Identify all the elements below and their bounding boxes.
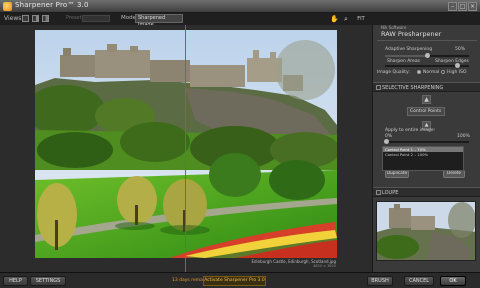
duplicate-button[interactable]: Duplicate — [385, 170, 409, 178]
title-bar: Sharpener Pro™ 3.0 – □ × — [0, 0, 480, 13]
split-preview-line[interactable] — [185, 25, 186, 272]
quality-normal-radio[interactable] — [417, 70, 421, 74]
castle-photo — [35, 30, 337, 258]
loupe-checkbox[interactable] — [376, 190, 381, 195]
image-quality-label: Image Quality: — [377, 70, 410, 75]
toolbar: Views: Presets Mode: Sharpened Image ✋ ⌕… — [0, 13, 480, 28]
sharpen-edges-label: Sharpen Edges — [435, 59, 469, 64]
activate-button[interactable]: Activate Sharpener Pro 3.0 — [203, 276, 266, 286]
minimize-button[interactable]: – — [448, 2, 457, 11]
panel-divider — [377, 40, 477, 41]
hand-tool-icon[interactable]: ✋ — [330, 15, 339, 23]
adaptive-sharpening-label: Adaptive Sharpening — [385, 47, 433, 52]
close-button[interactable]: × — [468, 2, 477, 11]
loupe-preview — [376, 201, 476, 261]
selective-sharpening-label: SELECTIVE SHARPENING — [382, 85, 444, 91]
side-by-side-view-button[interactable] — [42, 15, 49, 22]
areas-edges-slider[interactable] — [385, 63, 469, 68]
presets-select[interactable] — [82, 15, 110, 22]
areas-edges-knob[interactable] — [455, 63, 460, 68]
adaptive-sharpening-knob[interactable] — [425, 53, 430, 58]
app-icon — [3, 2, 12, 11]
adaptive-sharpening-slider[interactable] — [385, 53, 469, 58]
sharpen-areas-label: Sharpen Areas — [387, 59, 420, 64]
settings-button[interactable]: SETTINGS — [30, 276, 66, 286]
window-title: Sharpener Pro™ 3.0 — [15, 1, 89, 9]
delete-button[interactable]: Delete — [443, 170, 465, 178]
maximize-button[interactable]: □ — [458, 2, 467, 11]
selective-sharpening-header[interactable]: SELECTIVE SHARPENING — [373, 82, 480, 92]
apply-entire-slider[interactable] — [384, 139, 469, 144]
help-button[interactable]: HELP — [3, 276, 28, 286]
apply-max-label: 100% — [457, 134, 470, 139]
image-size: 4800 × 3600 — [313, 264, 336, 268]
quality-normal-label: Normal — [423, 70, 440, 75]
loupe-label: LOUPE — [382, 190, 399, 196]
single-view-button[interactable] — [22, 15, 29, 22]
zoom-level[interactable]: FIT — [354, 15, 368, 23]
control-points-button[interactable]: Control Points — [407, 107, 445, 116]
control-point-item[interactable]: Control Point 2 – 100% — [383, 152, 463, 157]
status-bar: HELP SETTINGS 13 days remaining Activate… — [0, 272, 480, 288]
loupe-header[interactable]: LOUPE — [373, 187, 480, 197]
split-view-button[interactable] — [32, 15, 39, 22]
mode-select[interactable]: Sharpened Image — [135, 14, 183, 28]
ok-button[interactable]: OK — [440, 276, 466, 286]
loupe-image — [377, 202, 475, 260]
adaptive-sharpening-fill — [385, 55, 427, 57]
brush-button[interactable]: BRUSH — [367, 276, 393, 286]
zoom-tool-icon[interactable]: ⌕ — [342, 15, 350, 23]
quality-high-iso-label: High ISO — [447, 70, 467, 75]
apply-entire-label: Apply to entire image: — [385, 128, 436, 133]
control-point-list[interactable]: Control Point 1 – 70% Control Point 2 – … — [382, 146, 464, 171]
preview-image — [35, 30, 337, 258]
views-label: Views: — [4, 15, 24, 22]
quality-high-iso-radio[interactable] — [441, 70, 445, 74]
apply-entire-knob[interactable] — [384, 139, 389, 144]
cancel-button[interactable]: CANCEL — [404, 276, 434, 286]
selective-sharpening-checkbox[interactable] — [376, 85, 381, 90]
preview-canvas[interactable]: Edinburgh Castle, Edinburgh, Scotland.jp… — [0, 25, 372, 272]
adaptive-sharpening-value: 50% — [455, 47, 466, 52]
panel-title: RAW Presharpener — [381, 30, 442, 38]
collapse-arrow-icon[interactable]: ▲ — [422, 95, 431, 104]
